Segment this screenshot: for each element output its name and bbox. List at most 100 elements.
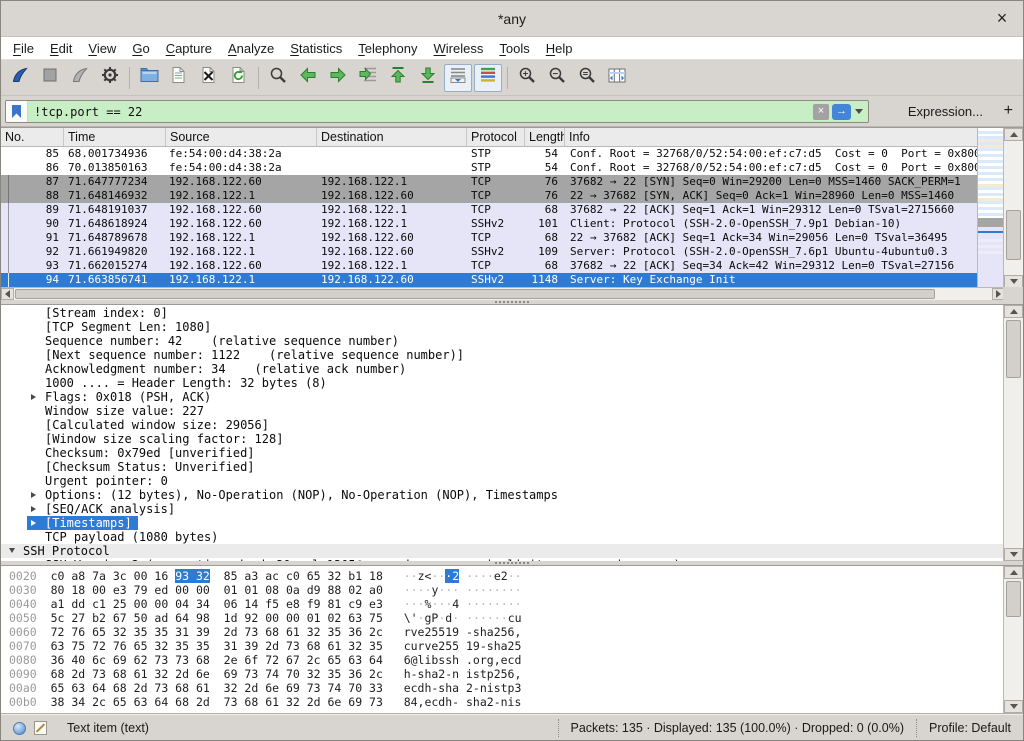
auto-scroll-button[interactable] — [444, 64, 472, 92]
hex-bytes[interactable]: 65 63 64 68 2d 73 68 61 32 2d 6e 69 73 7… — [51, 681, 383, 695]
display-filter-input[interactable]: !tcp.port == 22 × → — [5, 100, 869, 123]
menu-telephony[interactable]: Telephony — [350, 41, 425, 56]
packet-row-86[interactable]: 8670.013850163fe:54:00:d4:38:2aSTP54Conf… — [1, 161, 979, 175]
hex-bytes[interactable]: 5c 27 b2 67 50 ad 64 98 1d 92 00 00 01 0… — [51, 611, 383, 625]
hex-row-00b0[interactable]: 00b0 38 34 2c 65 63 64 68 2d 73 68 61 32… — [9, 695, 1003, 709]
detail-line[interactable]: Acknowledgment number: 34 (relative ack … — [1, 362, 1003, 376]
detail-line[interactable]: [Stream index: 0] — [1, 306, 1003, 320]
detail-line[interactable]: Window size value: 227 — [1, 404, 1003, 418]
packet-list-hscrollbar[interactable] — [1, 287, 1005, 300]
scroll-left-arrow[interactable] — [1, 288, 14, 300]
hex-bytes[interactable]: 36 40 6c 69 62 73 73 68 2e 6f 72 67 2c 6… — [51, 653, 383, 667]
zoom-out-button[interactable]: − — [543, 64, 571, 92]
reload-file-button[interactable] — [225, 64, 253, 92]
filter-bookmark-button[interactable] — [6, 101, 28, 122]
colorize-button[interactable] — [474, 64, 502, 92]
packet-row-92[interactable]: 9271.661949820192.168.122.1192.168.122.6… — [1, 245, 979, 259]
hex-ascii[interactable]: ····y··· ········ — [404, 583, 522, 597]
column-header-info[interactable]: Info — [565, 128, 979, 146]
hex-bytes[interactable]: 80 18 00 e3 79 ed 00 00 01 01 08 0a d9 8… — [51, 583, 383, 597]
hex-ascii[interactable]: ··z<···2 ····e2·· — [404, 569, 522, 583]
detail-line[interactable]: Flags: 0x018 (PSH, ACK) — [1, 390, 1003, 404]
scroll-down-arrow[interactable] — [1004, 700, 1023, 713]
go-to-packet-button[interactable] — [354, 64, 382, 92]
hex-row-0020[interactable]: 0020 c0 a8 7a 3c 00 16 93 32 85 a3 ac c0… — [9, 569, 1003, 583]
detail-line[interactable]: [Next sequence number: 1122 (relative se… — [1, 348, 1003, 362]
start-capture-button[interactable] — [6, 64, 34, 92]
expand-triangle-icon[interactable] — [31, 394, 36, 400]
column-header-time[interactable]: Time — [64, 128, 166, 146]
column-header-protocol[interactable]: Protocol — [467, 128, 525, 146]
hex-row-0060[interactable]: 0060 72 76 65 32 35 35 31 39 2d 73 68 61… — [9, 625, 1003, 639]
menu-file[interactable]: File — [5, 41, 42, 56]
close-file-button[interactable] — [195, 64, 223, 92]
column-header-destination[interactable]: Destination — [317, 128, 467, 146]
hex-bytes[interactable]: 63 75 72 76 65 32 35 35 31 39 2d 73 68 6… — [51, 639, 383, 653]
expand-triangle-icon[interactable] — [31, 492, 36, 498]
hex-ascii[interactable]: rve25519 -sha256, — [404, 625, 522, 639]
capture-comment-icon[interactable] — [34, 721, 47, 735]
detail-line-selected[interactable]: [Timestamps] — [1, 516, 1003, 530]
packet-row-90[interactable]: 9071.648618924192.168.122.60192.168.122.… — [1, 217, 979, 231]
menu-tools[interactable]: Tools — [491, 41, 537, 56]
status-profile[interactable]: Profile: Default — [916, 719, 1021, 737]
packet-row-93[interactable]: 9371.662015274192.168.122.60192.168.122.… — [1, 259, 979, 273]
intelligent-scrollbar-minimap[interactable] — [977, 128, 1003, 288]
collapse-triangle-icon[interactable] — [9, 548, 15, 553]
column-header-length[interactable]: Length — [525, 128, 565, 146]
hex-bytes[interactable]: c0 a8 7a 3c 00 16 93 32 85 a3 ac c0 65 3… — [51, 569, 383, 583]
menu-analyze[interactable]: Analyze — [220, 41, 282, 56]
hex-bytes[interactable]: 72 76 65 32 35 35 31 39 2d 73 68 61 32 3… — [51, 625, 383, 639]
filter-apply-button[interactable]: → — [832, 104, 851, 120]
menu-statistics[interactable]: Statistics — [282, 41, 350, 56]
hex-row-0070[interactable]: 0070 63 75 72 76 65 32 35 35 31 39 2d 73… — [9, 639, 1003, 653]
packet-row-91[interactable]: 9171.648789678192.168.122.1192.168.122.6… — [1, 231, 979, 245]
hex-row-0030[interactable]: 0030 80 18 00 e3 79 ed 00 00 01 01 08 0a… — [9, 583, 1003, 597]
scroll-up-arrow[interactable] — [1004, 566, 1023, 579]
menu-capture[interactable]: Capture — [158, 41, 220, 56]
packet-row-85[interactable]: 8568.001734936fe:54:00:d4:38:2aSTP54Conf… — [1, 147, 979, 161]
expert-info-icon[interactable] — [13, 722, 26, 735]
hex-ascii[interactable]: 84,ecdh- sha2-nis — [404, 695, 522, 709]
packet-list-vscrollbar[interactable] — [1003, 128, 1023, 288]
detail-line[interactable]: Urgent pointer: 0 — [1, 474, 1003, 488]
expression-button[interactable]: Expression... — [908, 96, 983, 126]
packet-row-88[interactable]: 8871.648146932192.168.122.1192.168.122.6… — [1, 189, 979, 203]
hex-ascii[interactable]: \'·gP·d· ······cu — [404, 611, 522, 625]
hex-row-00a0[interactable]: 00a0 65 63 64 68 2d 73 68 61 32 2d 6e 69… — [9, 681, 1003, 695]
resize-columns-button[interactable] — [603, 64, 631, 92]
filter-history-dropdown-icon[interactable] — [855, 109, 863, 114]
packet-row-87[interactable]: 8771.647777234192.168.122.60192.168.122.… — [1, 175, 979, 189]
detail-line[interactable]: TCP payload (1080 bytes) — [1, 530, 1003, 544]
hex-bytes[interactable]: 38 34 2c 65 63 64 68 2d 73 68 61 32 2d 6… — [51, 695, 383, 709]
packet-row-89[interactable]: 8971.648191037192.168.122.60192.168.122.… — [1, 203, 979, 217]
detail-line[interactable]: Sequence number: 42 (relative sequence n… — [1, 334, 1003, 348]
detail-line[interactable]: [Checksum Status: Unverified] — [1, 460, 1003, 474]
menu-edit[interactable]: Edit — [42, 41, 80, 56]
capture-options-button[interactable] — [96, 64, 124, 92]
expand-triangle-icon[interactable] — [31, 506, 36, 512]
detail-vscrollbar[interactable] — [1003, 305, 1023, 561]
find-packet-button[interactable] — [264, 64, 292, 92]
scrollbar-thumb[interactable] — [15, 289, 935, 299]
hex-ascii[interactable]: h-sha2-n istp256, — [404, 667, 522, 681]
scroll-down-arrow[interactable] — [1004, 548, 1023, 561]
bytes-vscrollbar[interactable] — [1003, 566, 1023, 713]
go-last-button[interactable] — [414, 64, 442, 92]
detail-line[interactable]: [Calculated window size: 29056] — [1, 418, 1003, 432]
filter-value[interactable]: !tcp.port == 22 — [28, 105, 813, 119]
hex-row-0090[interactable]: 0090 68 2d 73 68 61 32 2d 6e 69 73 74 70… — [9, 667, 1003, 681]
scroll-up-arrow[interactable] — [1004, 128, 1023, 141]
hex-bytes[interactable]: a1 dd c1 25 00 00 04 34 06 14 f5 e8 f9 8… — [51, 597, 383, 611]
close-icon[interactable]: × — [991, 1, 1013, 35]
hex-ascii[interactable]: 6@libssh .org,ecd — [404, 653, 522, 667]
zoom-100-button[interactable]: = — [573, 64, 601, 92]
hex-ascii[interactable]: ecdh-sha 2-nistp3 — [404, 681, 522, 695]
expand-triangle-icon[interactable] — [31, 520, 36, 526]
scroll-up-arrow[interactable] — [1004, 305, 1023, 318]
detail-line[interactable]: [Window size scaling factor: 128] — [1, 432, 1003, 446]
scrollbar-thumb[interactable] — [1006, 210, 1021, 260]
hex-row-0080[interactable]: 0080 36 40 6c 69 62 73 73 68 2e 6f 72 67… — [9, 653, 1003, 667]
scrollbar-thumb[interactable] — [1006, 581, 1021, 617]
go-first-button[interactable] — [384, 64, 412, 92]
